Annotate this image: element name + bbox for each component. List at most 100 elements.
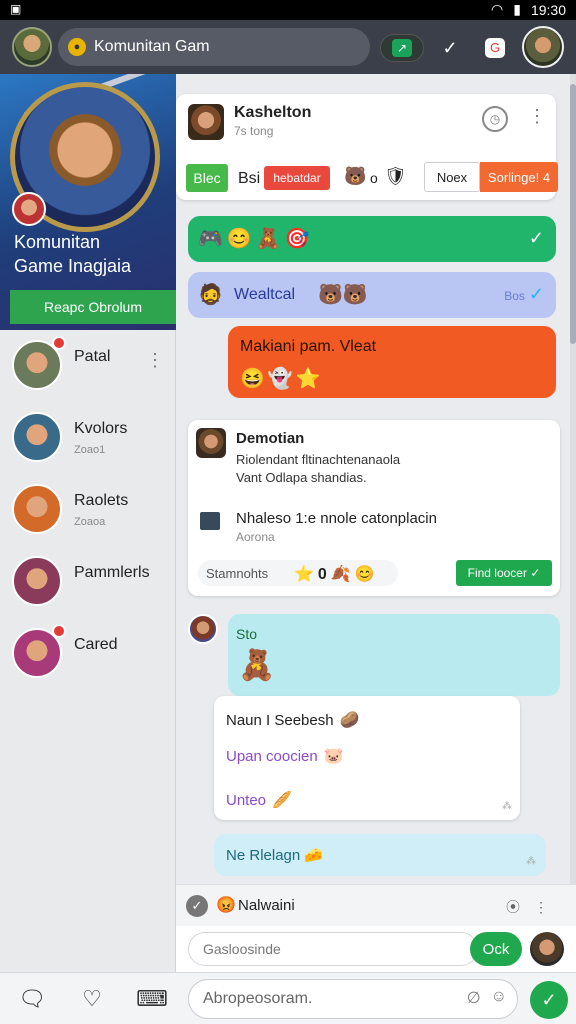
emoji-icon: 🥔 xyxy=(339,712,360,729)
status-icons: ◠ ▮ 19:30 xyxy=(491,1,566,18)
read-receipt: Bos ✓ xyxy=(504,284,544,304)
join-button[interactable]: Reapc Obrolum xyxy=(10,290,176,324)
contact-name: Kvolors xyxy=(74,420,128,437)
sender-avatar[interactable] xyxy=(188,104,224,140)
sender-avatar[interactable] xyxy=(196,428,226,458)
settings-button[interactable]: Sorlinge! 4 xyxy=(480,162,558,192)
tag-chip-red[interactable]: hebatdar xyxy=(264,166,330,190)
message-text: Sto xyxy=(236,626,258,642)
search-field[interactable]: ● Komunitan Gam xyxy=(58,28,370,66)
emoji-icon: 🐻 xyxy=(344,166,367,186)
message-input[interactable]: Gasloosinde xyxy=(188,932,478,966)
reaction-bar[interactable]: Stamnohts ⭐0🍂😊 xyxy=(198,560,398,586)
contact-avatar[interactable] xyxy=(12,484,62,534)
message-card[interactable]: Demotian Riolendant fltinachtenanaola Va… xyxy=(188,420,560,596)
more-icon[interactable]: ⋮ xyxy=(528,106,546,127)
message-body: Rlelagn xyxy=(249,847,301,864)
contact-name: Pammlerls xyxy=(74,564,150,581)
attach-icon[interactable]: ∅ xyxy=(467,988,481,1008)
clock-time: 19:30 xyxy=(530,1,566,18)
row3-text: Unteo xyxy=(226,792,267,809)
head-actions[interactable]: ⦿⋮ xyxy=(506,897,562,917)
user-avatar[interactable] xyxy=(12,27,52,67)
input-avatar[interactable] xyxy=(530,932,564,966)
share-button[interactable]: ↗ xyxy=(380,34,424,62)
contact-item[interactable]: Kvolors Zoao1 xyxy=(0,402,176,474)
receipt-label: Bos xyxy=(504,289,525,303)
profile-avatar[interactable] xyxy=(522,26,564,68)
scrollbar[interactable] xyxy=(570,74,576,972)
emoji-icon: 😡 xyxy=(216,897,236,914)
contact-subtitle: Zoao1 xyxy=(74,444,106,456)
contact-item[interactable]: Cared xyxy=(0,618,176,690)
sender-name: Demotian xyxy=(236,430,305,447)
message-bubble-green[interactable]: 🎮😊🧸🎯 ✓ xyxy=(188,216,556,262)
message-bubble-light[interactable]: Ne Rlelagn 🧀 ⁂ xyxy=(214,834,546,876)
community-title-line1: Komunitan xyxy=(14,232,101,252)
mini-avatar xyxy=(12,192,46,226)
message-line: Naun I Seebesh 🥔 xyxy=(226,710,360,730)
contact-name: Patal xyxy=(74,348,111,365)
contact-item[interactable]: Pammlerls xyxy=(0,546,176,618)
tag-chip-green[interactable]: Blec xyxy=(186,164,228,192)
message-line: Riolendant fltinachtenanaola xyxy=(236,452,401,467)
contact-avatar[interactable] xyxy=(12,556,62,606)
contact-subtitle: Zoaoa xyxy=(74,516,106,528)
send-button[interactable]: ✓ xyxy=(530,981,568,1019)
reaction-emojis: ⭐0🍂😊 xyxy=(294,566,379,583)
delivery-icon: ⁂ xyxy=(526,856,536,867)
message-text: Ne Rlelagn 🧀 xyxy=(226,847,324,864)
sidebar: Komunitan Game Inagjaia Reapc Obrolum Pa… xyxy=(0,74,176,972)
heart-icon[interactable]: ♡ xyxy=(78,985,106,1013)
contact-item[interactable]: Raolets Zoaoa xyxy=(0,474,176,546)
next-button[interactable]: Noex xyxy=(424,162,480,192)
message-card[interactable]: Naun I Seebesh 🥔 Upan coocien 🐷 Unteo 🥖 ⁂ xyxy=(214,696,520,820)
contact-avatar[interactable] xyxy=(12,412,62,462)
share-icon: ↗ xyxy=(392,39,412,57)
sender-avatar[interactable] xyxy=(188,614,218,644)
composer-placeholder: Abropeosoram. xyxy=(203,990,313,1007)
composer-actions: ∅ ☺ xyxy=(467,988,507,1008)
emoji-row: 🐻🐻 xyxy=(318,284,368,306)
message-head-text: Nalwaini xyxy=(238,897,295,914)
message-line: Vant Odlapa shandias. xyxy=(236,470,367,485)
message-bubble-aqua[interactable]: Sto 🧸 xyxy=(228,614,560,696)
emoji-icon[interactable]: ☺ xyxy=(491,988,507,1008)
inbox-icon[interactable]: ⌨ xyxy=(136,985,168,1013)
message-text: Wealtcal xyxy=(234,286,296,303)
more-icon[interactable]: ⋮ xyxy=(146,350,164,371)
check-button[interactable]: ✓ xyxy=(436,34,464,62)
message-bubble-orange[interactable]: Makiani pam. Vleat 😆👻⭐ xyxy=(228,326,556,398)
emoji-icon: 🐷 xyxy=(323,748,344,765)
chat-icon[interactable]: 🗨 xyxy=(18,985,46,1013)
attachment-subtitle: Aorona xyxy=(236,530,275,544)
message-bubble-lavender[interactable]: 🧔 Wealtcal 🐻🐻 Bos ✓ xyxy=(188,272,556,318)
tag-label: Bsi xyxy=(238,170,261,187)
top-bar: ● Komunitan Gam ↗ ✓ G xyxy=(0,20,576,74)
search-text: Komunitan Gam xyxy=(94,38,210,55)
check-icon[interactable]: ✓ xyxy=(186,895,208,917)
ok-button[interactable]: Ock xyxy=(470,932,522,966)
send-icon: ✓ xyxy=(541,989,557,1010)
bottom-nav: 🗨 ♡ ⌨ Abropeosoram. ∅ ☺ ✓ xyxy=(0,972,576,1024)
row1-text: Naun I Seebesh xyxy=(226,712,334,729)
contact-name: Cared xyxy=(74,636,118,653)
emoji-row: 😆👻⭐ xyxy=(240,368,324,390)
avatar-emoji-icon: 🧔 xyxy=(198,284,223,306)
status-bar: ▣ ◠ ▮ 19:30 xyxy=(0,0,576,20)
timer-icon[interactable]: ◷ xyxy=(482,106,508,132)
shield-emoji-icon: 🛡 xyxy=(384,166,407,186)
scrollbar-thumb[interactable] xyxy=(570,84,576,344)
app-icon: ▣ xyxy=(10,2,22,16)
message-card[interactable]: Kashelton 7s tong ◷ ⋮ Blec Bsi hebatdar … xyxy=(176,94,558,200)
message-text: Makiani pam. Vleat xyxy=(240,338,377,355)
unread-badge xyxy=(52,336,66,350)
notification-button[interactable]: G xyxy=(482,34,508,62)
composer-input[interactable]: Abropeosoram. ∅ ☺ xyxy=(188,979,518,1019)
attachment-icon xyxy=(200,512,220,530)
notification-icon: G xyxy=(485,38,505,58)
find-button[interactable]: Find loocer ✓ xyxy=(456,560,552,586)
contact-item[interactable]: Patal ⋮ xyxy=(0,330,176,402)
unread-badge xyxy=(52,624,66,638)
attachment-title[interactable]: Nhaleso 1:e nnole catonplacin xyxy=(236,510,437,527)
